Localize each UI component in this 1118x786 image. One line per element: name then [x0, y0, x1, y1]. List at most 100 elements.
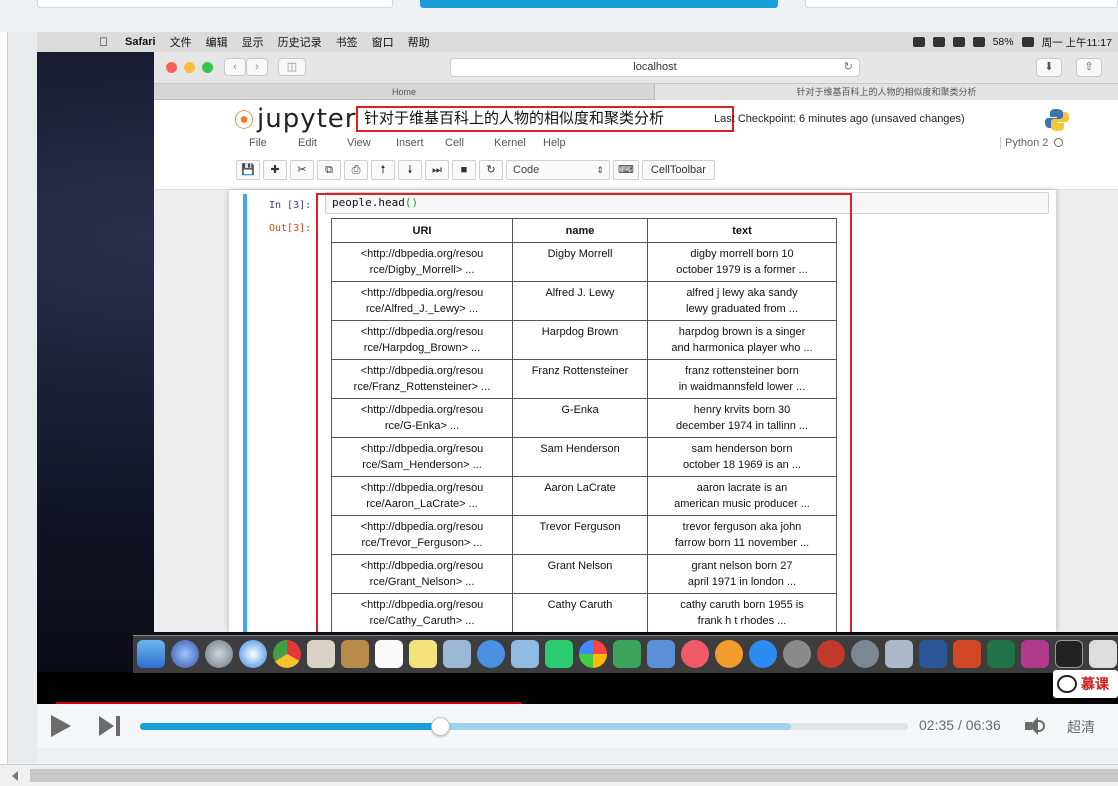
zoom-window-button[interactable]: [202, 62, 213, 73]
back-button[interactable]: ‹: [224, 58, 246, 76]
maps-icon[interactable]: [511, 640, 539, 668]
photos-app-icon[interactable]: [443, 640, 471, 668]
close-window-button[interactable]: [166, 62, 177, 73]
apple-icon[interactable]: : [99, 35, 111, 49]
notebook-page: In [3]: people.head() Out[3]: URI name t…: [229, 190, 1056, 632]
jupyter-logo[interactable]: ⦿jupyter: [234, 104, 356, 134]
download-icon[interactable]: ⬇: [1036, 58, 1062, 77]
quality-selector[interactable]: 超清: [1067, 717, 1095, 737]
move-down-icon[interactable]: 🠗: [398, 160, 422, 180]
restart-icon[interactable]: ↻: [479, 160, 503, 180]
status-icon-record[interactable]: [912, 37, 925, 47]
horizontal-scrollbar[interactable]: [0, 764, 1118, 786]
video-player-area[interactable]:  Safari 文件 编辑 显示 历史记录 书签 窗口 帮助 58% 周一 上…: [37, 32, 1118, 704]
run-icon[interactable]: ⏭: [425, 160, 449, 180]
cell-type-select[interactable]: Code ⇕: [506, 160, 610, 180]
input-prompt: In [3]:: [269, 200, 312, 211]
calendar-icon[interactable]: [375, 640, 403, 668]
siri-icon[interactable]: [171, 640, 199, 668]
menubar-item-help[interactable]: 帮助: [408, 34, 430, 50]
seek-bar[interactable]: [140, 717, 908, 736]
tab-notebook[interactable]: 针对于维基百科上的人物的相似度和聚类分析: [654, 84, 1118, 100]
ibooks-icon[interactable]: [715, 640, 743, 668]
mooc-logo-icon: [1057, 675, 1077, 693]
trash-icon[interactable]: [1089, 640, 1117, 668]
notebook-title[interactable]: 针对于维基百科上的人物的相似度和聚类分析: [356, 106, 734, 132]
next-icon[interactable]: [99, 716, 121, 736]
stop-icon[interactable]: ■: [452, 160, 476, 180]
terminal-icon[interactable]: [1055, 640, 1083, 668]
numbers-icon[interactable]: [613, 640, 641, 668]
menu-cell[interactable]: Cell: [445, 137, 494, 149]
finder-icon[interactable]: [137, 640, 165, 668]
python-logo-icon: [1045, 109, 1069, 131]
share-icon[interactable]: ⇧: [1076, 58, 1102, 77]
menubar-item-bookmarks[interactable]: 书签: [336, 34, 358, 50]
battery-icon[interactable]: [1021, 37, 1034, 47]
time-display: 02:35 / 06:36: [919, 717, 1001, 733]
status-icon-send[interactable]: [932, 37, 945, 47]
keynote-icon[interactable]: [647, 640, 675, 668]
launchpad-icon[interactable]: [205, 640, 233, 668]
status-icon-wifi[interactable]: [972, 37, 985, 47]
save-icon[interactable]: 💾: [236, 160, 260, 180]
mac-menubar:  Safari 文件 编辑 显示 历史记录 书签 窗口 帮助 58% 周一 上…: [37, 32, 1118, 52]
menubar-item-view[interactable]: 显示: [242, 34, 264, 50]
top-tab-1[interactable]: [37, 0, 393, 8]
menubar-item-window[interactable]: 窗口: [372, 34, 394, 50]
notes-icon[interactable]: [409, 640, 437, 668]
copy-icon[interactable]: ⧉: [317, 160, 341, 180]
menu-edit[interactable]: Edit: [298, 137, 347, 149]
address-bar[interactable]: localhost ↻: [450, 58, 860, 77]
minimize-window-button[interactable]: [184, 62, 195, 73]
menubar-app-name[interactable]: Safari: [125, 36, 156, 48]
menu-kernel[interactable]: Kernel: [494, 137, 543, 149]
menu-view[interactable]: View: [347, 137, 396, 149]
facetime-icon[interactable]: [545, 640, 573, 668]
celltoolbar-button[interactable]: CellToolbar: [641, 160, 715, 180]
safari-icon[interactable]: [239, 640, 267, 668]
next-bar: [116, 716, 120, 736]
photos-icon[interactable]: [579, 640, 607, 668]
tab-home[interactable]: Home: [154, 84, 654, 100]
menu-help[interactable]: Help: [543, 137, 592, 149]
menu-insert[interactable]: Insert: [396, 137, 445, 149]
menubar-clock[interactable]: 周一 上午11:17: [1042, 35, 1112, 50]
menubar-item-history[interactable]: 历史记录: [278, 34, 322, 50]
scrollbar-thumb[interactable]: [30, 769, 1118, 782]
scroll-left-icon[interactable]: [12, 771, 18, 781]
menubar-item-edit[interactable]: 编辑: [206, 34, 228, 50]
keyboard-icon[interactable]: ⌨: [613, 160, 639, 180]
insert-cell-icon[interactable]: ✚: [263, 160, 287, 180]
volume-icon[interactable]: [1025, 717, 1045, 735]
menu-file[interactable]: File: [249, 137, 298, 149]
play-icon[interactable]: [51, 715, 71, 737]
cut-icon[interactable]: ✂: [290, 160, 314, 180]
sidebar-toggle-icon[interactable]: ◫: [278, 58, 306, 76]
word-icon[interactable]: [919, 640, 947, 668]
system-preferences-icon[interactable]: [783, 640, 811, 668]
search-app-icon[interactable]: [851, 640, 879, 668]
duration: 06:36: [965, 717, 1001, 733]
excel-icon[interactable]: [987, 640, 1015, 668]
chrome-icon[interactable]: [273, 640, 301, 668]
image-capture-icon[interactable]: [885, 640, 913, 668]
move-up-icon[interactable]: 🠕: [371, 160, 395, 180]
reload-icon[interactable]: ↻: [844, 59, 853, 76]
red-app-icon[interactable]: [817, 640, 845, 668]
top-tab-3[interactable]: [805, 0, 1118, 8]
menubar-item-file[interactable]: 文件: [170, 34, 192, 50]
paste-icon[interactable]: ⎙: [344, 160, 368, 180]
powerpoint-icon[interactable]: [953, 640, 981, 668]
itunes-icon[interactable]: [681, 640, 709, 668]
web-icon[interactable]: [477, 640, 505, 668]
top-tab-active[interactable]: [420, 0, 778, 8]
xmind-icon[interactable]: [1021, 640, 1049, 668]
seek-handle[interactable]: [431, 717, 450, 736]
preview-icon[interactable]: [307, 640, 335, 668]
status-icon-app[interactable]: [952, 37, 965, 47]
app-store-icon[interactable]: [749, 640, 777, 668]
notes-brown-icon[interactable]: [341, 640, 369, 668]
player-controls: 02:35 / 06:36 超清: [37, 704, 1118, 748]
forward-button[interactable]: ›: [246, 58, 268, 76]
